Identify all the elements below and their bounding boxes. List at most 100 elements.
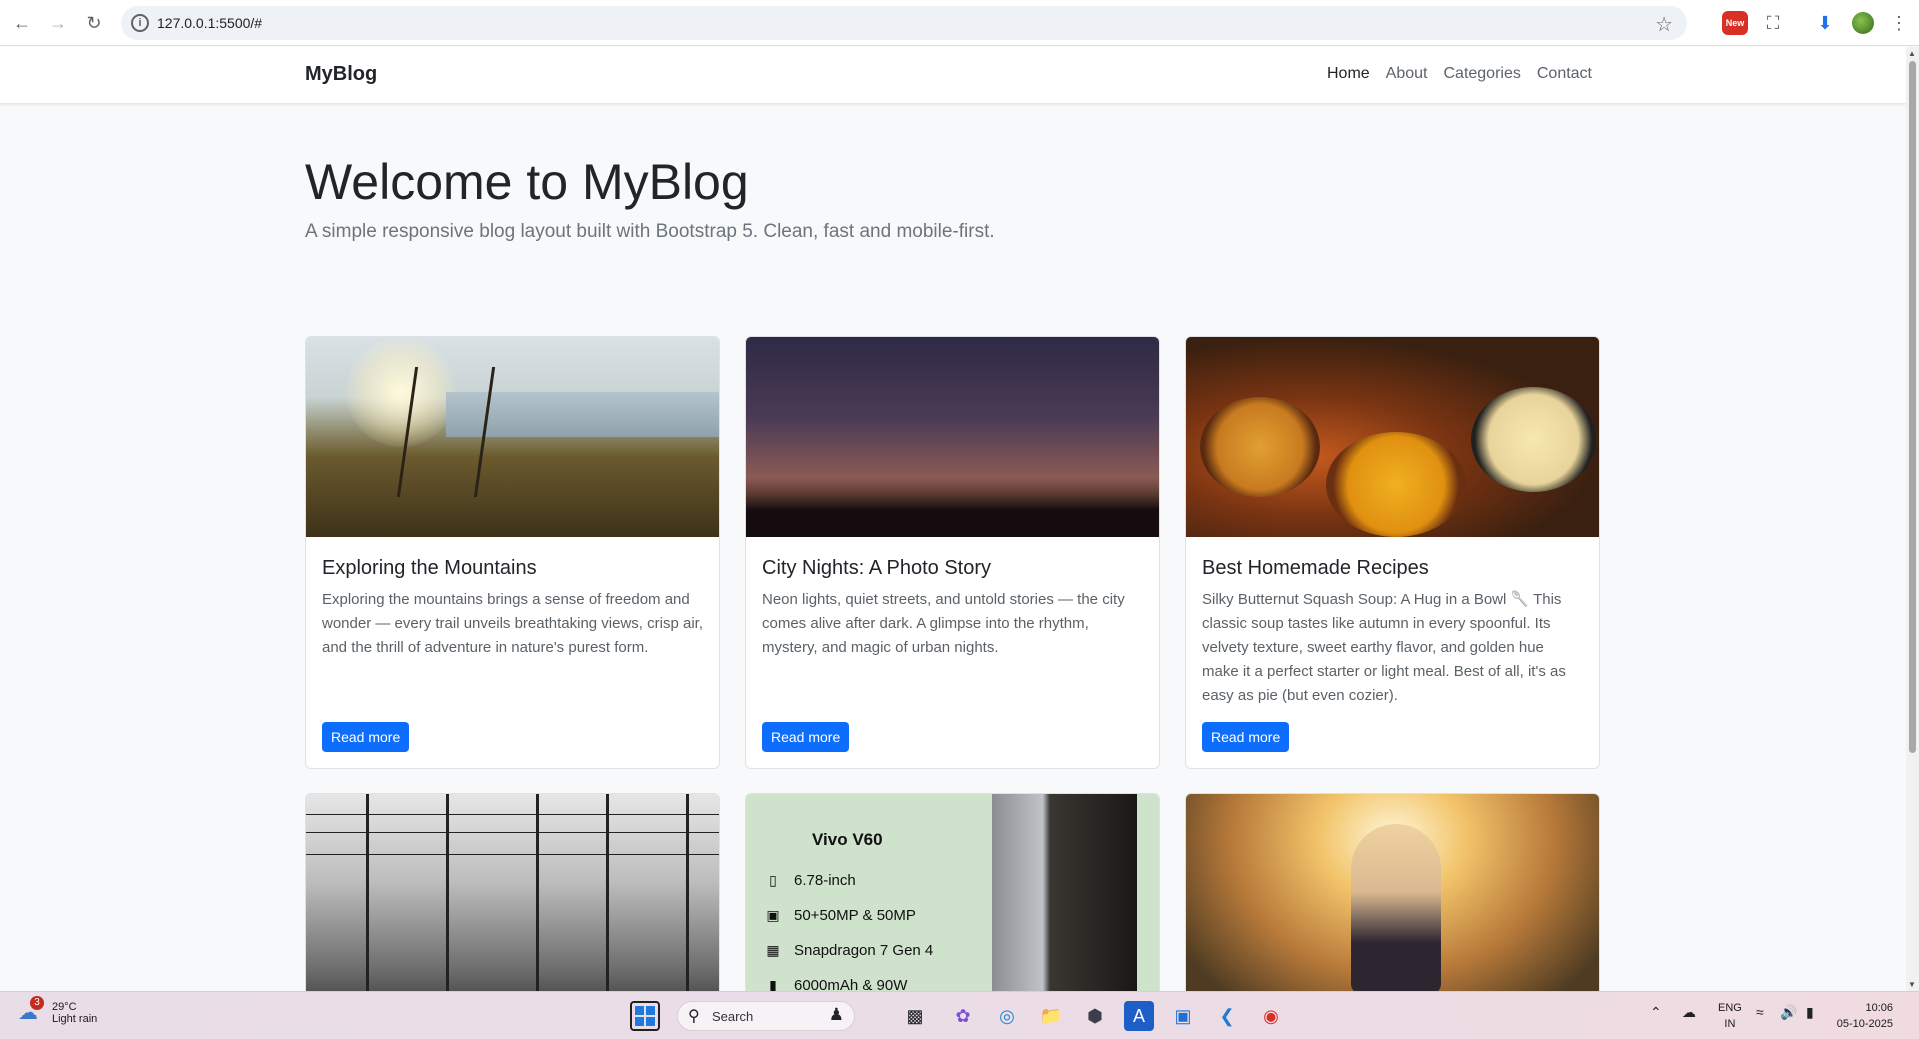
page-viewport: MyBlog Home About Categories Contact Wel… [0,47,1906,991]
task-view-icon[interactable]: ▩ [900,1001,930,1031]
taskbar-search[interactable]: ⚲ Search ♟ [677,1001,855,1031]
soup-bowl [1326,432,1466,537]
site-brand[interactable]: MyBlog [305,63,377,86]
spec-text: 6.78-inch [794,872,856,889]
post-card-phone: Vivo V60 ▯ 6.78-inch ▣ 50+50MP & 50MP ▦ Sna… [745,793,1160,991]
nav-home[interactable]: Home [1327,65,1370,83]
chrome-icon[interactable]: ◉ [1256,1001,1286,1031]
windows-taskbar: ☁ 3 29°C Light rain ⚲ Search ♟ ▩ ✿ ◎ 📁 ⬢… [0,991,1919,1039]
language-indicator[interactable]: ENG IN [1718,1000,1742,1032]
card-text: Silky Butternut Squash Soup: A Hug in a … [1202,591,1566,704]
nav-contact[interactable]: Contact [1537,65,1592,83]
store-icon[interactable]: ▣ [1168,1001,1198,1031]
pole [446,794,449,991]
nav-categories[interactable]: Categories [1443,65,1520,83]
spec-text: 6000mAh & 90W [794,977,908,991]
card-body: Exploring the Mountains Exploring the mo… [306,537,719,676]
card-title: Exploring the Mountains [322,557,537,579]
browser-toolbar: ← → ↻ i 127.0.0.1:5500/# ☆ New ⛶ ⬇ ⋮ [0,0,1919,46]
extensions-puzzle-icon[interactable]: ⛶ [1760,10,1786,36]
weather-badge: 3 [30,996,44,1010]
post-card-mountains: Exploring the Mountains Exploring the mo… [305,336,720,769]
person-silhouette [1351,824,1441,991]
vscode-icon[interactable]: ❮ [1212,1001,1242,1031]
phone-title: Vivo V60 [812,830,883,849]
avatar [1852,12,1874,34]
card-title: City Nights: A Photo Story [762,557,991,579]
camera-icon: ▣ [766,907,780,923]
chip-icon: ▦ [766,942,780,958]
tray-overflow-icon[interactable]: ⌃ [1650,1004,1662,1021]
hero-subtitle: A simple responsive blog layout built wi… [305,221,995,242]
reload-icon[interactable]: ↻ [82,11,106,35]
swing-silhouette [396,367,496,497]
mountain-image [306,337,719,537]
clock-time: 10:06 [1865,1002,1893,1014]
pole [686,794,689,991]
forward-icon[interactable]: → [46,11,70,35]
pole [366,794,369,991]
downloads-icon[interactable]: ⬇ [1812,10,1838,36]
temperature: 29°C [52,1001,77,1013]
card-body: Best Homemade Recipes Silky Butternut Sq… [1186,537,1599,724]
file-explorer-icon[interactable]: 📁 [1036,1001,1066,1031]
volume-icon[interactable]: 🔊 [1780,1004,1797,1021]
nav-links: Home About Categories Contact [1327,65,1592,83]
system-clock[interactable]: 10:06 05-10-2025 [1837,1000,1893,1032]
hero-title: Welcome to MyBlog [305,154,749,210]
app-cube-icon[interactable]: ⬢ [1080,1001,1110,1031]
card-text: Exploring the mountains brings a sense o… [322,591,703,656]
url-text[interactable]: 127.0.0.1:5500/# [157,15,262,31]
read-more-button[interactable]: Read more [1202,722,1290,752]
phone-picture [992,794,1137,991]
search-highlight-icon: ♟ [828,1005,844,1024]
soup-bowl [1471,387,1596,492]
copilot-icon[interactable]: ✿ [948,1001,978,1031]
address-bar[interactable]: i 127.0.0.1:5500/# ☆ [121,6,1687,40]
scroll-up-icon[interactable]: ▲ [1908,49,1916,58]
pole [606,794,609,991]
menu-kebab-icon[interactable]: ⋮ [1886,10,1912,36]
soup-image [1186,337,1599,537]
night-sky-image [746,337,1159,537]
phone-ad-image: Vivo V60 ▯ 6.78-inch ▣ 50+50MP & 50MP ▦ Sna… [746,794,1159,991]
extension-new-badge: New [1722,11,1748,35]
weather-icon: ☁ 3 [18,996,44,1026]
edge-icon[interactable]: ◎ [992,1001,1022,1031]
card-title: Best Homemade Recipes [1202,557,1429,579]
onedrive-icon[interactable]: ☁ [1682,1004,1696,1021]
post-card-recipes: Best Homemade Recipes Silky Butternut Sq… [1185,336,1600,769]
bookmark-star-icon[interactable]: ☆ [1655,12,1673,37]
search-icon: ⚲ [688,1008,700,1025]
battery-icon[interactable]: ▮ [1806,1004,1814,1021]
extension-new-icon[interactable]: New [1722,10,1748,36]
spec-text: 50+50MP & 50MP [794,907,916,924]
spec-text: Snapdragon 7 Gen 4 [794,942,934,959]
phone-icon: ▯ [769,872,777,888]
site-navbar: MyBlog Home About Categories Contact [0,47,1906,103]
spec-battery: ▮ 6000mAh & 90W [764,977,907,991]
nav-about[interactable]: About [1386,65,1428,83]
site-info-icon[interactable]: i [131,14,149,32]
app-a-icon[interactable]: A [1124,1001,1154,1031]
lang-line1: ENG [1718,1002,1742,1014]
spec-chip: ▦ Snapdragon 7 Gen 4 [764,942,933,959]
start-button[interactable] [630,1001,660,1031]
scrollbar-thumb[interactable] [1909,61,1916,753]
profile-avatar[interactable] [1850,10,1876,36]
tree-silhouette [746,477,1159,537]
read-more-button[interactable]: Read more [322,722,410,752]
weather-widget[interactable]: ☁ 3 29°C Light rain [18,996,97,1026]
page-scrollbar[interactable]: ▲ ▼ [1906,47,1919,991]
scroll-down-icon[interactable]: ▼ [1908,980,1916,989]
spec-display: ▯ 6.78-inch [764,872,856,889]
spec-camera: ▣ 50+50MP & 50MP [764,907,916,924]
search-label: Search [712,1009,754,1024]
railway-image [306,794,719,991]
wifi-icon[interactable]: ≈ [1756,1004,1764,1020]
weather-text: 29°C Light rain [52,1001,97,1025]
clock-date: 05-10-2025 [1836,1018,1893,1030]
back-icon[interactable]: ← [10,11,34,35]
read-more-button[interactable]: Read more [762,722,850,752]
sunset-image [1186,794,1599,991]
